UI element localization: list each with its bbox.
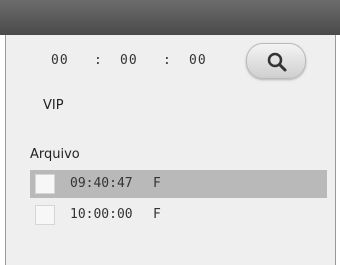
time-filter: 00 : 00 : 00 xyxy=(6,35,335,90)
search-icon xyxy=(267,52,287,72)
playback-panel: 00 : 00 : 00 VIP Arquivo 09:40:47 F 10:0… xyxy=(0,0,340,265)
file-list: 09:40:47 F 10:00:00 F xyxy=(30,170,327,232)
search-button[interactable] xyxy=(246,43,306,79)
seconds-field[interactable]: 00 xyxy=(189,53,207,68)
minutes-field[interactable]: 00 xyxy=(120,53,138,68)
file-row[interactable]: 10:00:00 F xyxy=(30,201,327,229)
file-checkbox[interactable] xyxy=(35,205,55,225)
hours-field[interactable]: 00 xyxy=(51,53,69,68)
file-row[interactable]: 09:40:47 F xyxy=(30,170,327,198)
file-type: F xyxy=(153,176,161,191)
file-time: 10:00:00 xyxy=(70,207,133,222)
file-time: 09:40:47 xyxy=(70,176,133,191)
time-separator: : xyxy=(163,53,171,68)
vip-label[interactable]: VIP xyxy=(43,98,64,113)
file-type: F xyxy=(153,207,161,222)
time-separator: : xyxy=(94,53,102,68)
panel-titlebar xyxy=(0,0,340,35)
file-checkbox[interactable] xyxy=(35,174,55,194)
archive-label: Arquivo xyxy=(30,147,80,162)
panel-content: 00 : 00 : 00 VIP Arquivo 09:40:47 F 10:0… xyxy=(5,35,336,265)
